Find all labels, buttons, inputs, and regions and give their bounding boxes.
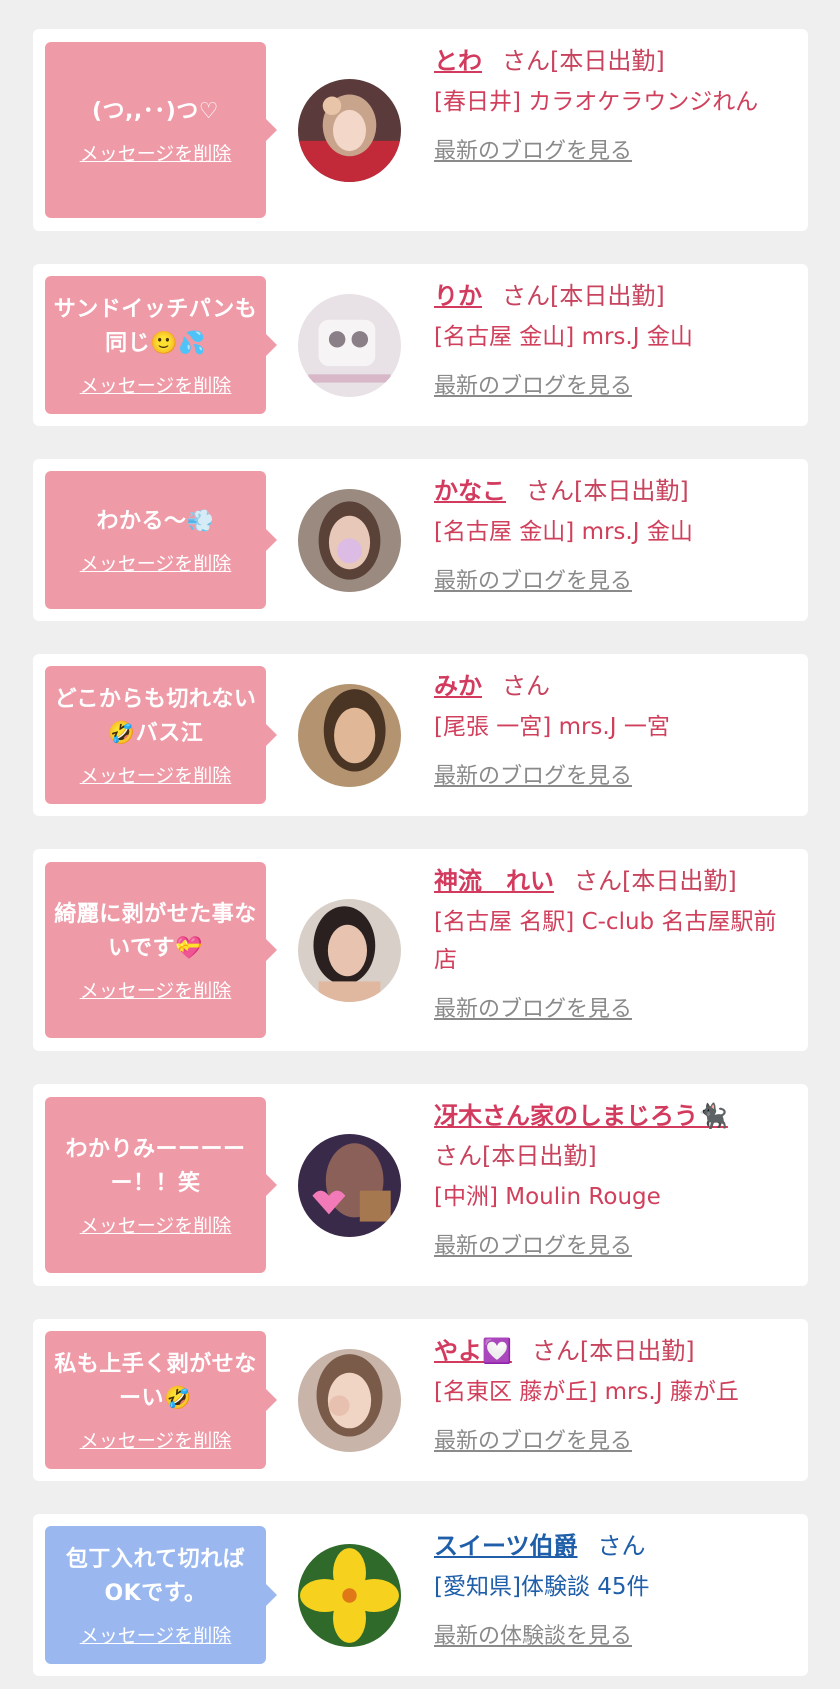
avatar[interactable] — [298, 294, 401, 397]
message-text: サンドイッチパンも同じ🙂💦 — [53, 296, 258, 356]
message-card: どこからも切れない🤣バス江 メッセージを削除 みか さん [尾張 一宮] mrs.… — [33, 654, 808, 816]
cast-status: さん[本日出勤] — [502, 47, 665, 75]
review-link[interactable]: 最新の体験談を見る — [434, 1618, 794, 1650]
delete-message-link[interactable]: メッセージを削除 — [80, 976, 232, 1003]
cast-status: さん — [502, 672, 550, 700]
delete-message-link[interactable]: メッセージを削除 — [80, 761, 232, 788]
cast-status: さん[本日出勤] — [531, 1337, 695, 1365]
cast-name-link[interactable]: りか — [434, 282, 482, 310]
message-bubble: 綺麗に剥がせた事ないです💝 メッセージを削除 — [45, 862, 277, 1038]
avatar-photo — [298, 1134, 401, 1237]
cast-name-link[interactable]: スイーツ伯爵 — [434, 1532, 578, 1560]
shop-name: [名古屋 金山] mrs.J 金山 — [434, 519, 693, 545]
avatar[interactable] — [298, 899, 401, 1002]
avatar[interactable] — [298, 1544, 401, 1647]
message-text: (つ,,･･)つ♡ — [91, 98, 220, 124]
message-bubble: わかる〜💨 メッセージを削除 — [45, 471, 277, 609]
message-card: 綺麗に剥がせた事ないです💝 メッセージを削除 神流 れい さん[本日出勤] [名古… — [33, 849, 808, 1051]
delete-message-link[interactable]: メッセージを削除 — [80, 1621, 232, 1648]
message-text: わかる〜💨 — [96, 508, 215, 534]
message-bubble: 私も上手く剥がせなーい🤣 メッセージを削除 — [45, 1331, 277, 1469]
cast-info: かなこ さん[本日出勤] [名古屋 金山] mrs.J 金山 最新のブログを見る — [434, 471, 794, 595]
cast-name-link[interactable]: やよ💟 — [434, 1337, 512, 1365]
message-text: わかりみーーーーー！！笑 — [65, 1136, 246, 1196]
cast-name-link[interactable]: かなこ — [434, 477, 506, 505]
shop-name: [春日井] カラオケラウンジれん — [434, 89, 759, 115]
cast-name-link[interactable]: とわ — [434, 47, 482, 75]
message-bubble: (つ,,･･)つ♡ メッセージを削除 — [45, 42, 277, 218]
avatar-photo — [298, 1544, 401, 1647]
cast-status: さん[本日出勤] — [502, 282, 665, 310]
cast-info: スイーツ伯爵 さん [愛知県]体験談 45件 最新の体験談を見る — [434, 1526, 794, 1650]
shop-name: [名古屋 名駅] C-club 名古屋駅前店 — [434, 909, 777, 973]
message-bubble: サンドイッチパンも同じ🙂💦 メッセージを削除 — [45, 276, 277, 414]
avatar[interactable] — [298, 79, 401, 182]
shop-name: [尾張 一宮] mrs.J 一宮 — [434, 714, 670, 740]
cast-name-link[interactable]: みか — [434, 672, 482, 700]
message-card: (つ,,･･)つ♡ メッセージを削除 とわ さん[本日出勤] [春日井] カラオケ… — [33, 29, 808, 231]
avatar-photo — [298, 294, 401, 397]
shop-name: [名東区 藤が丘] mrs.J 藤が丘 — [434, 1379, 739, 1405]
avatar[interactable] — [298, 1134, 401, 1237]
blog-link[interactable]: 最新のブログを見る — [434, 368, 794, 400]
message-text: 包丁入れて切ればOKです。 — [65, 1546, 246, 1606]
message-bubble: どこからも切れない🤣バス江 メッセージを削除 — [45, 666, 277, 804]
blog-link[interactable]: 最新のブログを見る — [434, 758, 794, 790]
message-bubble: わかりみーーーーー！！笑 メッセージを削除 — [45, 1097, 277, 1273]
blog-link[interactable]: 最新のブログを見る — [434, 991, 794, 1023]
blog-link[interactable]: 最新のブログを見る — [434, 1423, 794, 1455]
avatar-photo — [298, 79, 401, 182]
cast-status: さん[本日出勤] — [574, 867, 737, 895]
cast-info: とわ さん[本日出勤] [春日井] カラオケラウンジれん 最新のブログを見る — [434, 41, 794, 165]
blog-link[interactable]: 最新のブログを見る — [434, 563, 794, 595]
shop-name: [愛知県]体験談 45件 — [434, 1574, 650, 1600]
blog-link[interactable]: 最新のブログを見る — [434, 133, 794, 165]
message-card: 私も上手く剥がせなーい🤣 メッセージを削除 やよ💟 さん[本日出勤] [名東区 藤… — [33, 1319, 808, 1481]
avatar-photo — [298, 1349, 401, 1452]
message-card: わかりみーーーーー！！笑 メッセージを削除 冴木さん家のしまじろう🐈‍⬛ さん[… — [33, 1084, 808, 1286]
shop-name: [中洲] Moulin Rouge — [434, 1184, 661, 1210]
message-bubble: 包丁入れて切ればOKです。 メッセージを削除 — [45, 1526, 277, 1664]
cast-status: さん[本日出勤] — [434, 1142, 597, 1170]
message-text: 綺麗に剥がせた事ないです💝 — [54, 901, 257, 961]
avatar-photo — [298, 489, 401, 592]
avatar[interactable] — [298, 684, 401, 787]
cast-name-link[interactable]: 冴木さん家のしまじろう🐈‍⬛ — [434, 1102, 728, 1130]
blog-link[interactable]: 最新のブログを見る — [434, 1228, 794, 1260]
shop-name: [名古屋 金山] mrs.J 金山 — [434, 324, 693, 350]
message-card: サンドイッチパンも同じ🙂💦 メッセージを削除 りか さん[本日出勤] [名古屋 金… — [33, 264, 808, 426]
delete-message-link[interactable]: メッセージを削除 — [80, 1211, 232, 1238]
delete-message-link[interactable]: メッセージを削除 — [80, 549, 232, 576]
avatar[interactable] — [298, 489, 401, 592]
avatar[interactable] — [298, 1349, 401, 1452]
delete-message-link[interactable]: メッセージを削除 — [80, 371, 232, 398]
cast-status: さん[本日出勤] — [526, 477, 689, 505]
cast-info: 冴木さん家のしまじろう🐈‍⬛ さん[本日出勤] [中洲] Moulin Roug… — [434, 1096, 794, 1260]
delete-message-link[interactable]: メッセージを削除 — [80, 1426, 232, 1453]
message-text: 私も上手く剥がせなーい🤣 — [54, 1351, 257, 1411]
cast-status: さん — [597, 1532, 646, 1560]
cast-name-link[interactable]: 神流 れい — [434, 867, 554, 895]
cast-info: やよ💟 さん[本日出勤] [名東区 藤が丘] mrs.J 藤が丘 最新のブログを見… — [434, 1331, 794, 1455]
cast-info: 神流 れい さん[本日出勤] [名古屋 名駅] C-club 名古屋駅前店 最新の… — [434, 861, 794, 1023]
cast-info: みか さん [尾張 一宮] mrs.J 一宮 最新のブログを見る — [434, 666, 794, 790]
avatar-photo — [298, 684, 401, 787]
avatar-photo — [298, 899, 401, 1002]
message-card: わかる〜💨 メッセージを削除 かなこ さん[本日出勤] [名古屋 金山] mrs.… — [33, 459, 808, 621]
cast-info: りか さん[本日出勤] [名古屋 金山] mrs.J 金山 最新のブログを見る — [434, 276, 794, 400]
message-card: 包丁入れて切ればOKです。 メッセージを削除 スイーツ伯爵 さん [愛知県]体験談… — [33, 1514, 808, 1676]
delete-message-link[interactable]: メッセージを削除 — [80, 139, 232, 166]
message-text: どこからも切れない🤣バス江 — [54, 686, 257, 746]
